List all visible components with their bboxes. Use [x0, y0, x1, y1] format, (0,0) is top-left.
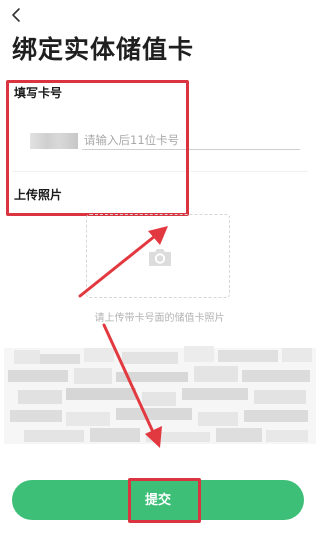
highlight-box-submit: [128, 478, 201, 523]
camera-icon: [149, 249, 171, 266]
photo-upload-box[interactable]: [86, 214, 230, 298]
page-title: 绑定实体储值卡: [12, 35, 195, 64]
back-chevron-icon[interactable]: [6, 4, 26, 26]
upload-hint-text: 请上传带卡号面的储值卡照片: [94, 313, 225, 324]
blurred-content-area: [4, 346, 316, 444]
highlight-box-form: [6, 80, 189, 216]
